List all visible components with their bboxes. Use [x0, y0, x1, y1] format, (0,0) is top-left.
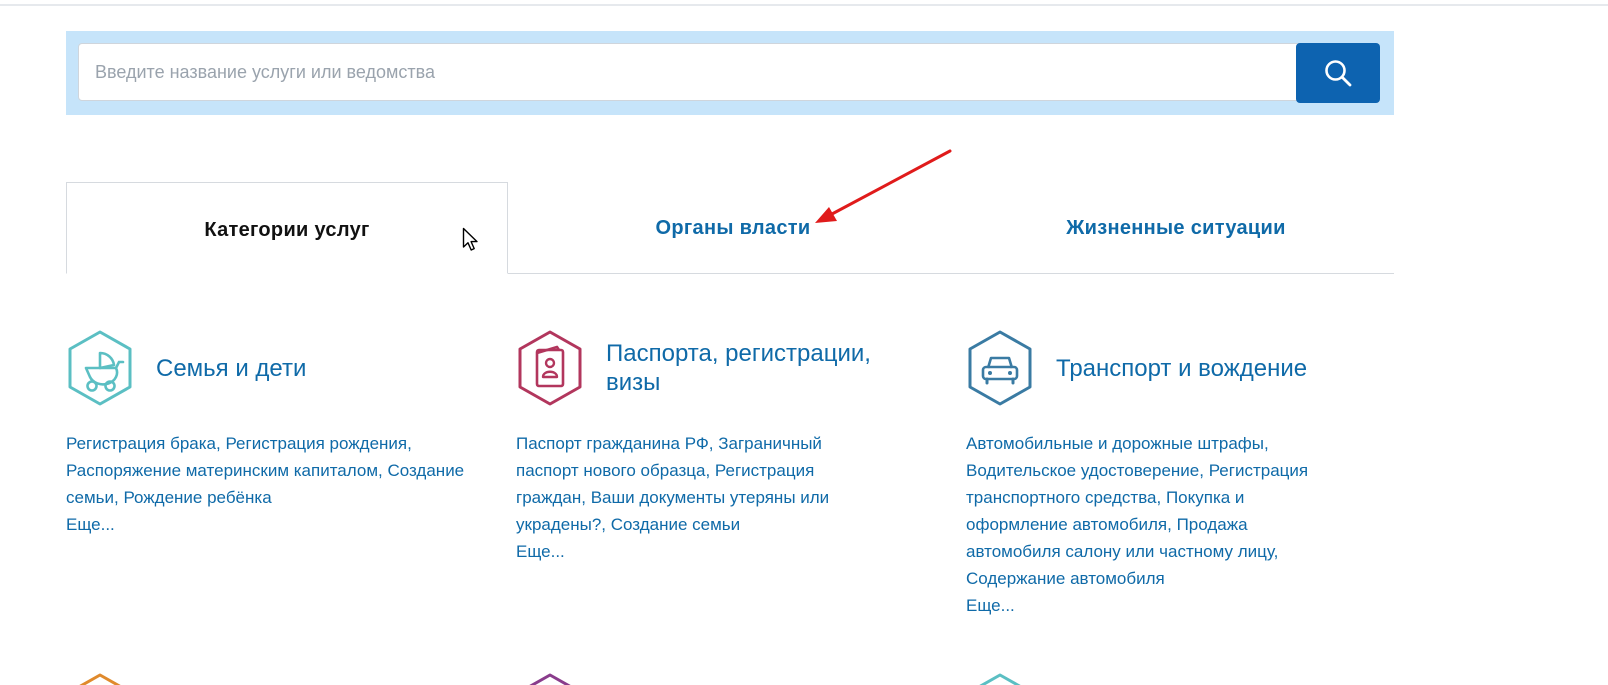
more-link[interactable]: Еще... — [66, 511, 466, 538]
baby-stroller-icon — [68, 330, 132, 406]
search-button[interactable] — [1296, 43, 1380, 103]
category-icon-partial — [79, 673, 121, 685]
category-links-text[interactable]: Паспорт гражданина РФ, Заграничный паспо… — [516, 434, 829, 534]
category-icon-partial — [529, 673, 571, 685]
tab-life-situations[interactable]: Жизненные ситуации — [958, 182, 1394, 274]
category-links-text[interactable]: Регистрация брака, Регистрация рождения,… — [66, 434, 464, 507]
search-icon — [1325, 60, 1352, 87]
category-links[interactable]: Паспорт гражданина РФ, Заграничный паспо… — [516, 430, 876, 565]
tab-bar: Категории услуг Органы власти Жизненные … — [66, 182, 1394, 274]
passport-icon — [518, 330, 582, 406]
tab-authorities[interactable]: Органы власти — [508, 182, 958, 274]
more-link[interactable]: Еще... — [966, 592, 1346, 619]
category-title[interactable]: Транспорт и вождение — [1056, 354, 1307, 383]
category-title[interactable]: Семья и дети — [156, 354, 306, 383]
car-icon — [968, 330, 1032, 406]
category-passports-visas: Паспорта, регистрации, визы Паспорт граж… — [516, 330, 876, 565]
mouse-cursor-icon — [462, 227, 478, 251]
more-link[interactable]: Еще... — [516, 538, 876, 565]
top-divider — [0, 4, 1608, 6]
category-family-children: Семья и дети Регистрация брака, Регистра… — [66, 330, 466, 538]
category-links-text[interactable]: Автомобильные и дорожные штрафы, Водител… — [966, 434, 1308, 588]
category-transport-driving: Транспорт и вождение Автомобильные и дор… — [966, 330, 1346, 619]
search-input[interactable] — [78, 43, 1303, 101]
search-bar — [66, 31, 1394, 115]
category-links[interactable]: Регистрация брака, Регистрация рождения,… — [66, 430, 466, 538]
tab-service-categories[interactable]: Категории услуг — [66, 182, 508, 274]
category-title[interactable]: Паспорта, регистрации, визы — [606, 339, 876, 397]
category-links[interactable]: Автомобильные и дорожные штрафы, Водител… — [966, 430, 1346, 619]
category-icon-partial — [979, 673, 1021, 685]
